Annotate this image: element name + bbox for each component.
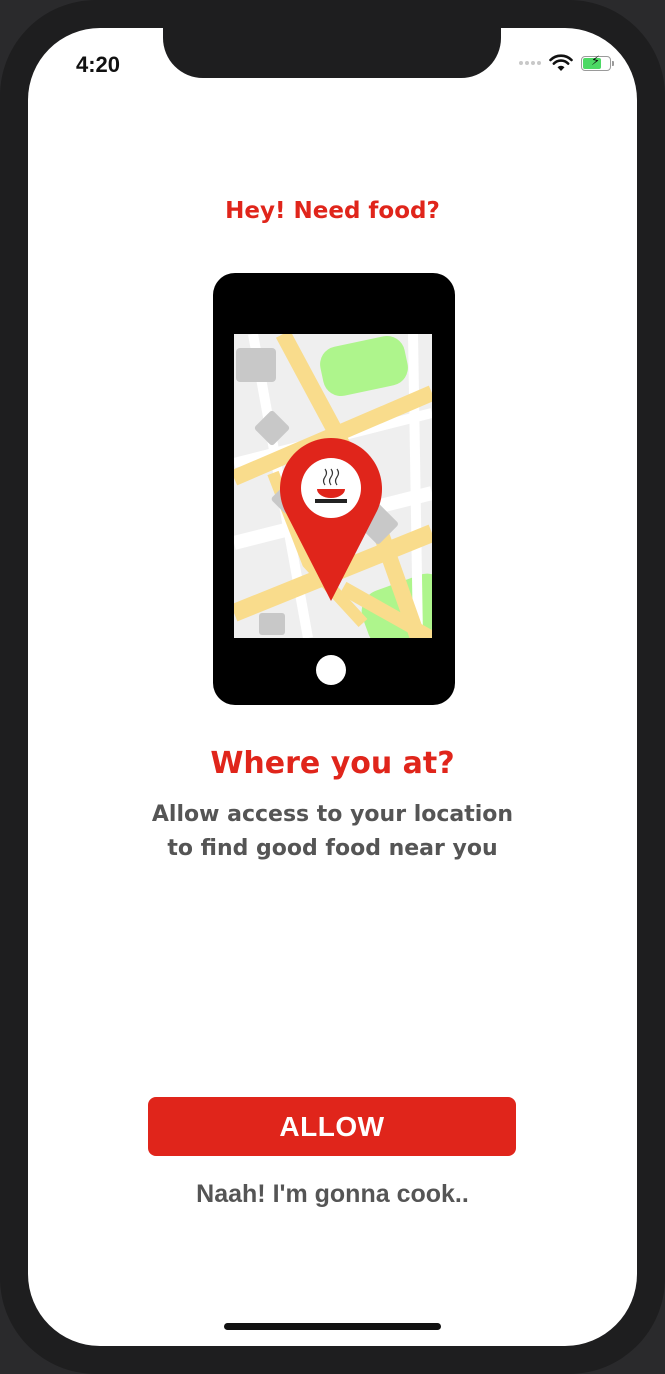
description-line-1: Allow access to your location bbox=[151, 802, 514, 827]
location-prompt-title: Where you at? bbox=[210, 746, 455, 781]
device-frame: 4:20 ⚡ Hey! Need food? Where you at? All… bbox=[0, 0, 665, 1374]
device-notch bbox=[163, 28, 501, 78]
cellular-signal-icon bbox=[519, 61, 541, 65]
app-screen: 4:20 ⚡ Hey! Need food? Where you at? All… bbox=[28, 28, 637, 1346]
wifi-icon bbox=[549, 54, 573, 71]
status-icons: ⚡ bbox=[519, 54, 614, 72]
phone-map-illustration bbox=[213, 273, 455, 705]
decline-location-link[interactable]: Naah! I'm gonna cook.. bbox=[28, 1180, 637, 1209]
headline: Hey! Need food? bbox=[225, 198, 440, 224]
home-indicator[interactable] bbox=[224, 1323, 441, 1330]
status-time: 4:20 bbox=[76, 52, 121, 77]
allow-location-button[interactable]: ALLOW bbox=[148, 1097, 516, 1156]
location-prompt-description: Allow access to your location to find go… bbox=[28, 798, 637, 866]
description-line-2: to find good food near you bbox=[167, 836, 498, 861]
battery-charging-icon: ⚡ bbox=[581, 55, 614, 71]
